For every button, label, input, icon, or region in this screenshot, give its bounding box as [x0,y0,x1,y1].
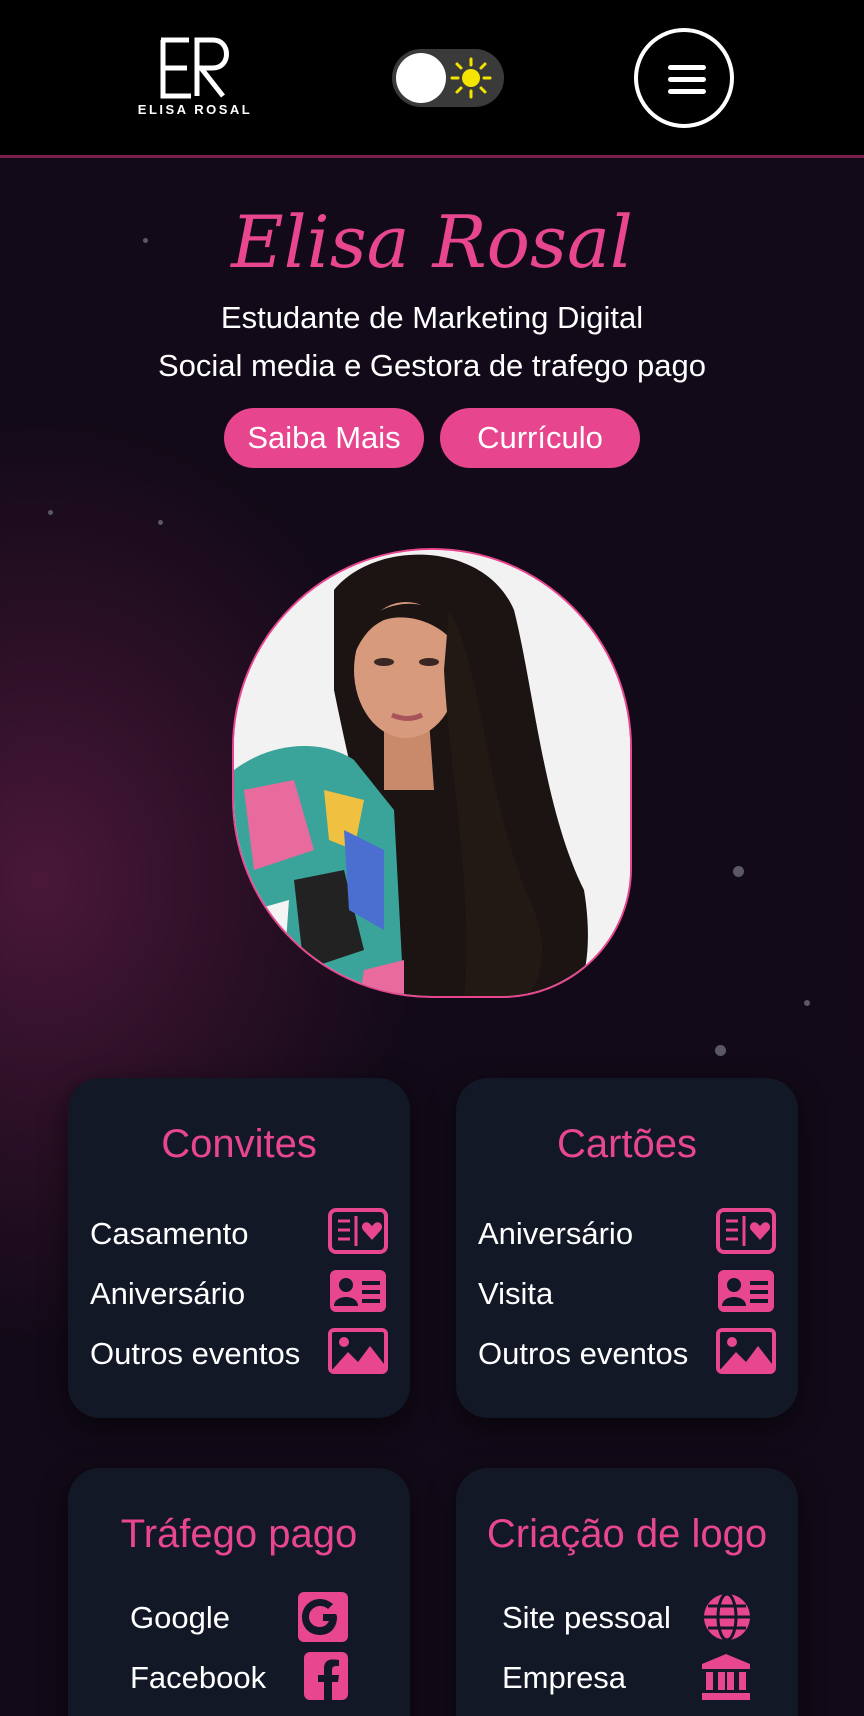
hero-subtitle-2: Social media e Gestora de trafego pago [157,348,706,383]
decor-dot [158,520,163,525]
card-title: Criação de logo [486,1512,768,1556]
card-criacao-de-logo: Criação de logo Site pessoal Empresa [456,1468,798,1716]
wedding-card-icon [328,1208,388,1254]
decor-dot [733,866,744,877]
list-item-label: Outros eventos [478,1336,689,1371]
hamburger-icon-line [668,89,706,94]
card-trafego-pago: Tráfego pago Google Facebook [68,1468,410,1716]
list-item[interactable]: Facebook [68,1652,410,1706]
toggle-knob [396,53,446,103]
portrait-image [234,550,630,996]
list-item[interactable]: Visita [456,1268,798,1322]
list-item-label: Casamento [90,1216,249,1251]
curriculo-button[interactable]: Currículo [440,408,640,468]
list-item-label: Empresa [502,1660,627,1695]
image-icon [328,1328,388,1374]
list-item-label: Site pessoal [502,1600,671,1635]
facebook-icon [304,1652,348,1700]
list-item[interactable]: Empresa [456,1652,798,1706]
list-item[interactable]: Aniversário [456,1208,798,1262]
decor-dot [715,1045,726,1056]
list-item[interactable]: Casamento [68,1208,410,1262]
list-item-label: Aniversário [478,1216,634,1251]
list-item-label: Google [130,1600,230,1635]
logo-mark-icon [160,37,229,99]
list-item[interactable]: Site pessoal [456,1592,798,1646]
menu-button[interactable] [634,28,734,128]
logo-text: ELISA ROSAL [137,102,253,117]
card-title: Tráfego pago [120,1512,358,1556]
list-item[interactable]: Outros eventos [68,1328,410,1382]
hamburger-icon [668,65,706,70]
profile-photo [232,548,632,998]
list-item[interactable]: Google [68,1592,410,1646]
theme-toggle[interactable] [392,49,504,107]
hamburger-icon-line [668,77,706,82]
hero-name: Elisa Rosal [231,200,633,284]
image-icon [716,1328,776,1374]
list-item-label: Visita [478,1276,554,1311]
wedding-card-icon [716,1208,776,1254]
list-item-label: Facebook [130,1660,267,1695]
id-card-icon [718,1270,774,1312]
card-title: Convites [161,1122,317,1166]
saiba-mais-button[interactable]: Saiba Mais [224,408,424,468]
logo[interactable]: ELISA ROSAL [130,36,260,124]
decor-dot [804,1000,810,1006]
list-item[interactable]: Aniversário [68,1268,410,1322]
card-convites: Convites Casamento Aniversário Outros ev… [68,1078,410,1418]
google-icon [298,1592,348,1642]
id-card-icon [330,1270,386,1312]
card-cartoes: Cartões Aniversário Visita Outros evento… [456,1078,798,1418]
list-item[interactable]: Outros eventos [456,1328,798,1382]
bank-icon [702,1654,750,1700]
sun-icon [450,57,492,99]
decor-dot [48,510,53,515]
list-item-label: Outros eventos [90,1336,301,1371]
hero-subtitle-1: Estudante de Marketing Digital [220,300,644,335]
site-header: ELISA ROSAL [0,0,864,158]
list-item-label: Aniversário [90,1276,246,1311]
globe-icon [704,1592,750,1642]
card-title: Cartões [556,1122,698,1166]
